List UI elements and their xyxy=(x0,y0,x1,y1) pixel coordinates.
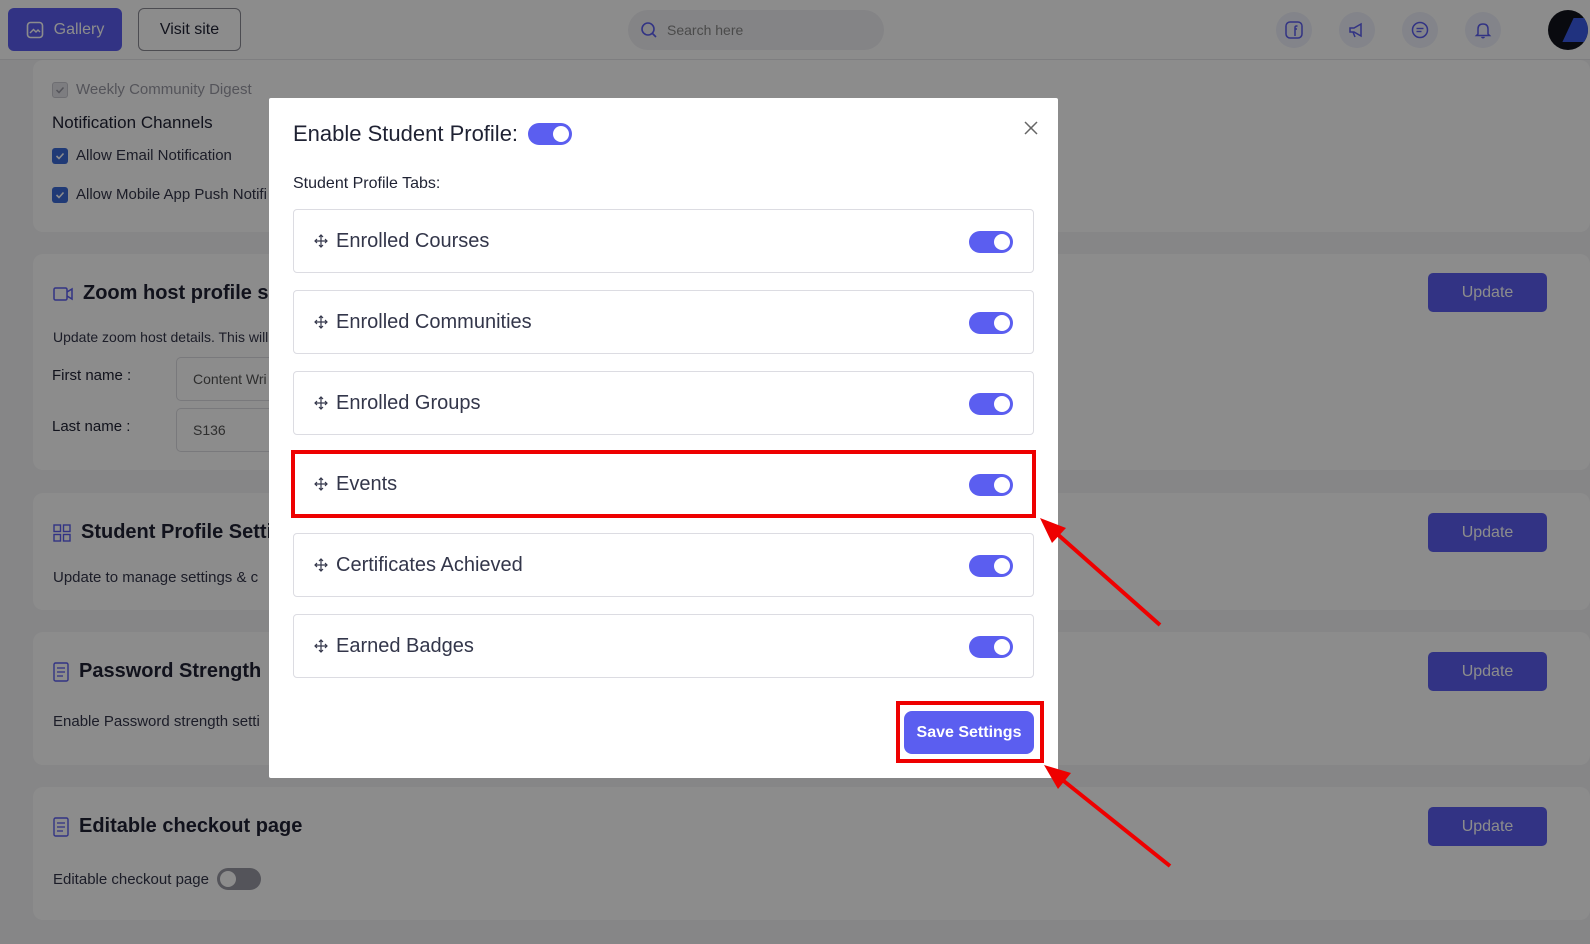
annotation-arrows xyxy=(1040,518,1172,868)
arrow-to-events xyxy=(1053,530,1162,627)
arrow-to-save xyxy=(1058,776,1172,868)
